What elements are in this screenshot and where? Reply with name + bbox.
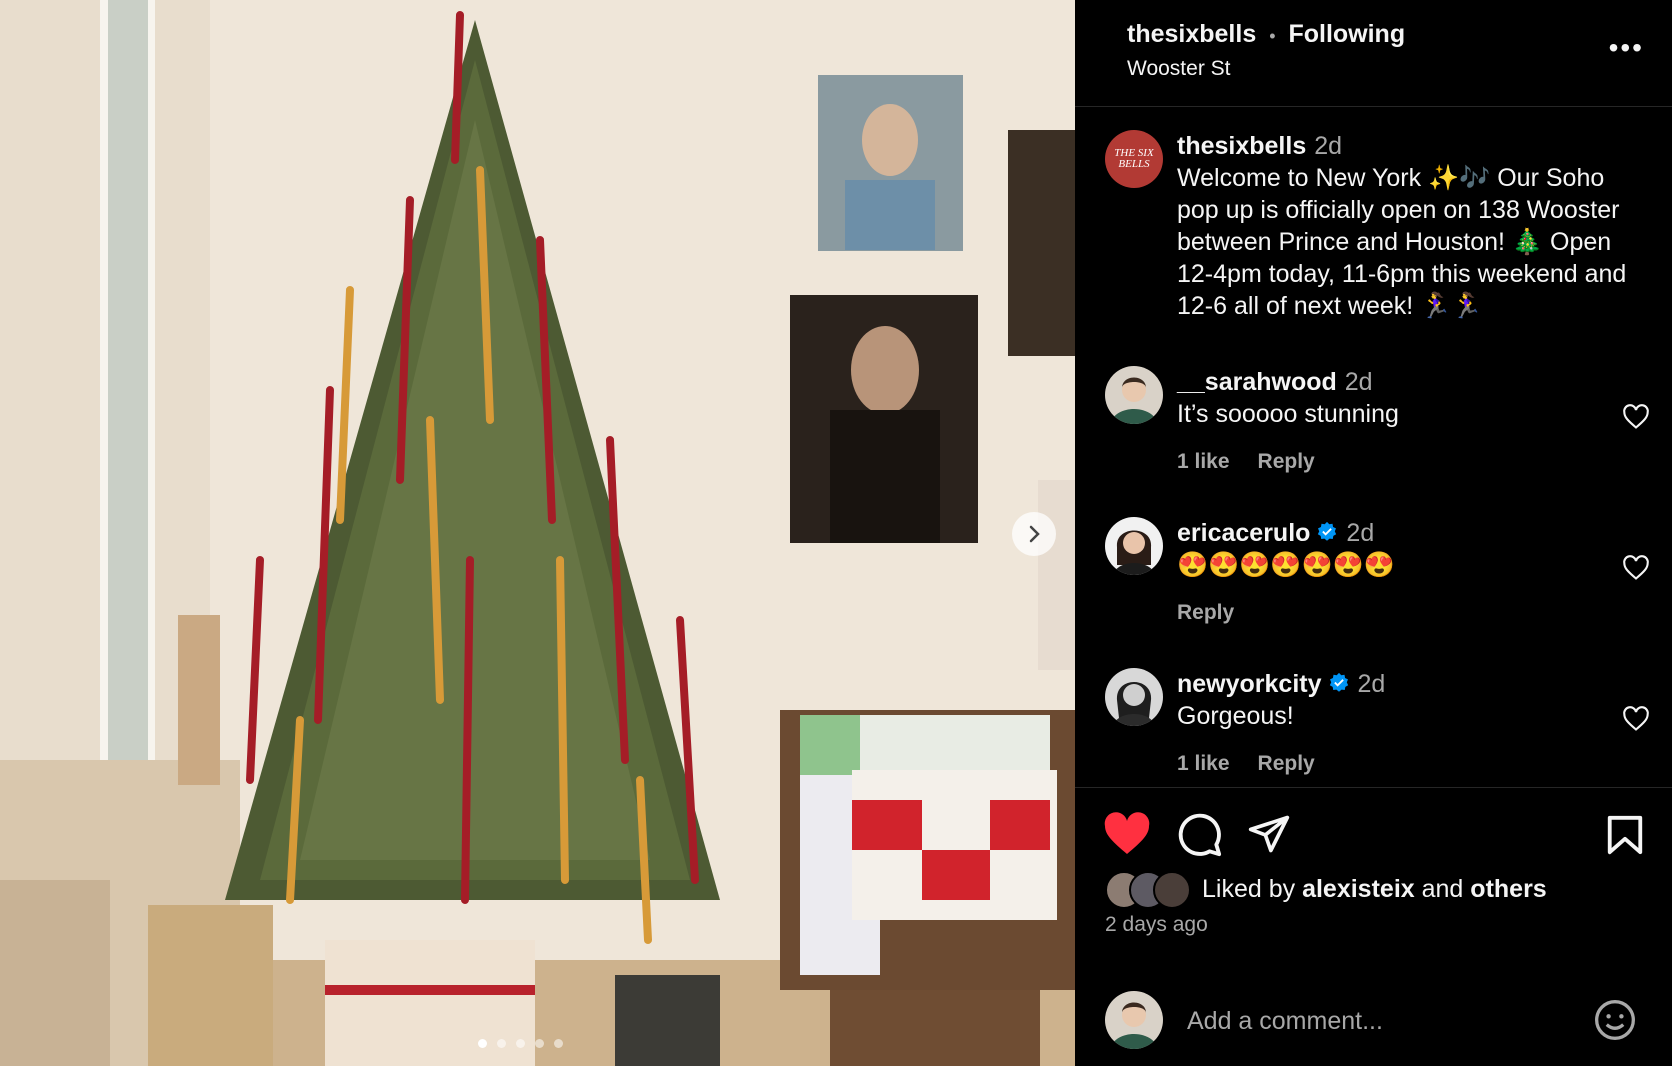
- comment-text: Gorgeous!: [1177, 702, 1294, 730]
- person-avatar-icon: [1113, 530, 1155, 575]
- caption-time: 2d: [1314, 132, 1343, 160]
- actions-divider: [1075, 787, 1672, 788]
- comment-time: 2d: [1344, 368, 1373, 396]
- heart-outline-icon[interactable]: [1622, 705, 1650, 733]
- emoji-picker-icon[interactable]: [1593, 998, 1637, 1042]
- commenter-avatar[interactable]: [1105, 366, 1163, 424]
- post-side-panel: thesixbells • Following Wooster St ••• T…: [1075, 0, 1672, 1066]
- comment-item: __sarahwood 2d It’s sooooo stunning: [1177, 366, 1647, 430]
- caption: thesixbells 2d Welcome to New York ✨🎶 Our…: [1177, 130, 1647, 322]
- like-heart-filled-icon[interactable]: [1103, 812, 1151, 856]
- comment-item: ericacerulo 2d 😍😍😍😍😍😍😍: [1177, 517, 1647, 581]
- comment-meta: 1 like Reply: [1177, 752, 1343, 776]
- author-avatar[interactable]: THE SIX BELLS: [1105, 130, 1163, 188]
- person-avatar-icon: [1110, 377, 1158, 424]
- post-timestamp[interactable]: 2 days ago: [1105, 913, 1208, 937]
- liker-avatars[interactable]: [1105, 871, 1205, 909]
- comment-text: 😍😍😍😍😍😍😍: [1177, 551, 1395, 579]
- comment-meta: Reply: [1177, 601, 1262, 625]
- christmas-tree-photo: [0, 0, 1075, 1066]
- reply-button[interactable]: Reply: [1258, 752, 1315, 775]
- reply-button[interactable]: Reply: [1258, 450, 1315, 473]
- heart-outline-icon[interactable]: [1622, 554, 1650, 582]
- header-divider: [1075, 106, 1672, 107]
- comment-meta: 1 like Reply: [1177, 450, 1343, 474]
- verified-badge-icon: [1329, 672, 1348, 692]
- comment-time: 2d: [1357, 670, 1386, 698]
- post-header: thesixbells • Following Wooster St: [1127, 20, 1405, 81]
- caption-username[interactable]: thesixbells: [1177, 132, 1306, 160]
- comment-likes-count[interactable]: 1 like: [1177, 450, 1230, 473]
- liked-by-summary: Liked by alexisteix and others: [1202, 875, 1547, 904]
- comment-item: newyorkcity 2d Gorgeous!: [1177, 668, 1647, 732]
- carousel-dot: [535, 1039, 544, 1048]
- comment-text: It’s sooooo stunning: [1177, 400, 1399, 428]
- comment-username[interactable]: newyorkcity: [1177, 670, 1322, 698]
- carousel-dot: [516, 1039, 525, 1048]
- commenter-avatar[interactable]: [1105, 517, 1163, 575]
- comment-time: 2d: [1346, 519, 1375, 547]
- next-slide-button[interactable]: [1012, 512, 1056, 556]
- caption-text: Welcome to New York ✨🎶 Our Soho pop up i…: [1177, 164, 1627, 320]
- reply-button[interactable]: Reply: [1177, 601, 1234, 624]
- verified-badge-icon: [1318, 521, 1337, 541]
- comment-username[interactable]: __sarahwood: [1177, 368, 1337, 396]
- heart-outline-icon[interactable]: [1622, 403, 1650, 431]
- author-username[interactable]: thesixbells: [1127, 20, 1256, 48]
- liker-avatar: [1153, 871, 1191, 909]
- chevron-right-icon: [1029, 525, 1040, 543]
- comment-icon[interactable]: [1177, 812, 1223, 858]
- liked-by-user[interactable]: alexisteix: [1302, 875, 1415, 903]
- carousel-indicator: [478, 1039, 563, 1048]
- avatar-logo-text: THE SIX BELLS: [1114, 147, 1154, 170]
- more-options-icon[interactable]: •••: [1609, 32, 1644, 64]
- comment-likes-count[interactable]: 1 like: [1177, 752, 1230, 775]
- comment-username[interactable]: ericacerulo: [1177, 519, 1310, 547]
- person-avatar-icon: [1113, 682, 1155, 726]
- person-avatar-icon: [1110, 1002, 1158, 1049]
- share-send-icon[interactable]: [1247, 812, 1291, 856]
- location-link[interactable]: Wooster St: [1127, 57, 1405, 81]
- carousel-dot: [497, 1039, 506, 1048]
- add-comment-input[interactable]: [1185, 998, 1549, 1044]
- liked-by-prefix: Liked by: [1202, 875, 1296, 903]
- post-photo[interactable]: [0, 0, 1075, 1066]
- header-separator: •: [1269, 26, 1276, 46]
- carousel-dot: [478, 1039, 487, 1048]
- following-button[interactable]: Following: [1288, 20, 1405, 48]
- commenter-avatar[interactable]: [1105, 668, 1163, 726]
- current-user-avatar: [1105, 991, 1163, 1049]
- carousel-dot: [554, 1039, 563, 1048]
- liked-by-and: and: [1421, 875, 1464, 903]
- liked-by-others[interactable]: others: [1470, 875, 1546, 903]
- bookmark-icon[interactable]: [1605, 814, 1645, 856]
